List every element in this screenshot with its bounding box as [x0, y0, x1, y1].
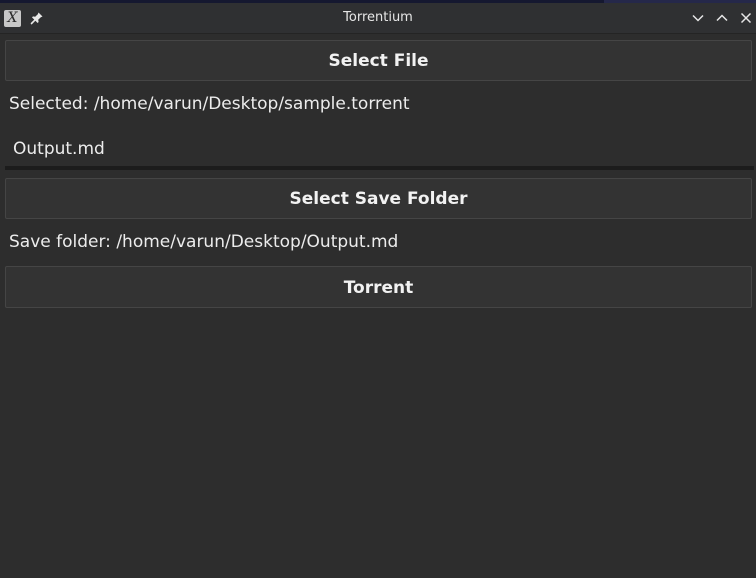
- window-title: Torrentium: [343, 10, 413, 25]
- save-folder-label: Save folder: /home/varun/Desktop/Output.…: [9, 232, 399, 252]
- chevron-down-icon[interactable]: [690, 10, 706, 26]
- select-file-button[interactable]: Select File: [5, 40, 752, 81]
- selected-file-label: Selected: /home/varun/Desktop/sample.tor…: [9, 94, 410, 114]
- x11-app-icon[interactable]: X: [4, 10, 21, 27]
- pin-icon[interactable]: [30, 11, 44, 25]
- output-filename-field[interactable]: [5, 132, 754, 170]
- close-icon[interactable]: [738, 10, 754, 26]
- output-filename-input[interactable]: [5, 132, 754, 166]
- chevron-up-icon[interactable]: [714, 10, 730, 26]
- torrent-button[interactable]: Torrent: [5, 266, 752, 308]
- title-bar[interactable]: X Torrentium: [0, 3, 756, 34]
- select-save-folder-button[interactable]: Select Save Folder: [5, 178, 752, 219]
- app-window: X Torrentium Select File Selected: /home…: [0, 0, 756, 578]
